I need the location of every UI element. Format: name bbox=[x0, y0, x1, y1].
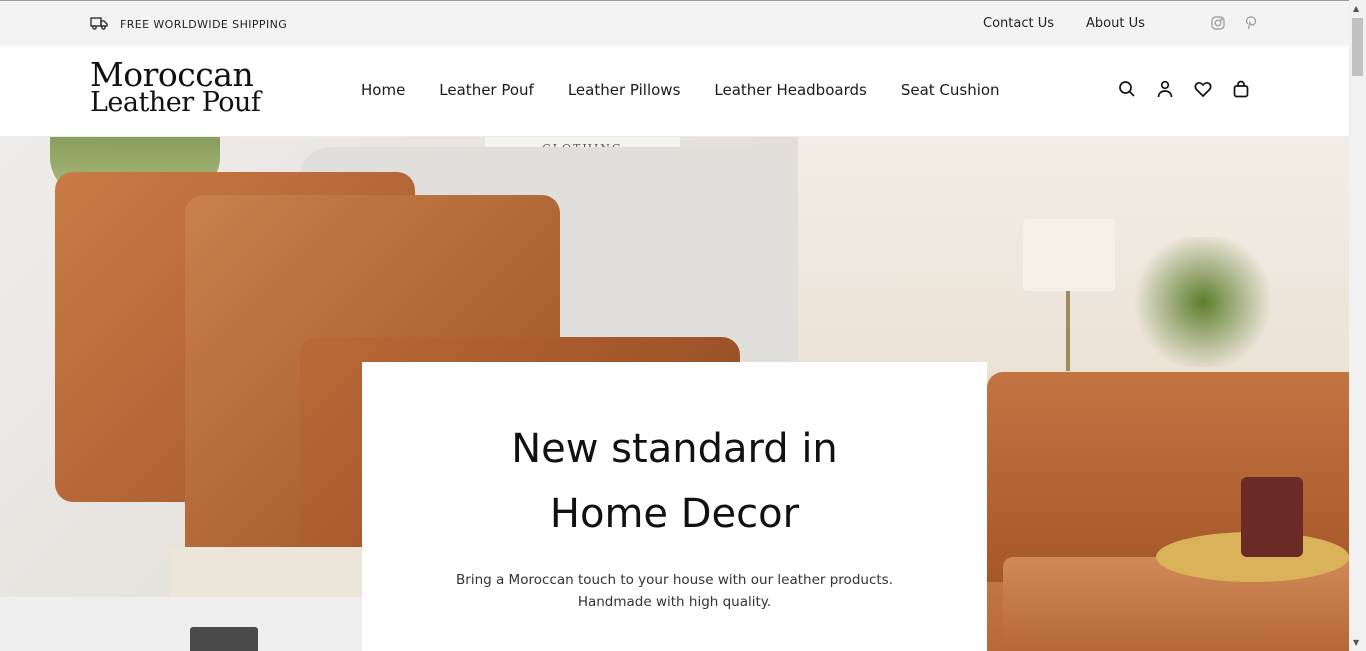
instagram-icon[interactable] bbox=[1211, 15, 1225, 34]
logo-line-2: Leather Pouf bbox=[90, 87, 261, 118]
hero-image-bottom bbox=[0, 597, 362, 651]
nav-item-seat-cushion[interactable]: Seat Cushion bbox=[901, 81, 1000, 99]
scroll-down-arrow-icon[interactable]: ▼ bbox=[1353, 638, 1359, 647]
nav-item-leather-pouf[interactable]: Leather Pouf bbox=[439, 81, 534, 99]
hero-title-line-1: New standard in bbox=[511, 426, 838, 472]
account-icon[interactable] bbox=[1156, 80, 1174, 98]
contact-us-link[interactable]: Contact Us bbox=[983, 16, 1054, 31]
nav-item-leather-headboards[interactable]: Leather Headboards bbox=[714, 81, 866, 99]
social-links bbox=[1211, 15, 1257, 34]
cart-icon[interactable] bbox=[1232, 80, 1250, 98]
nav-item-home[interactable]: Home bbox=[361, 81, 405, 99]
hero-subtitle-line-2: Handmade with high quality. bbox=[577, 594, 772, 610]
knit-throw bbox=[170, 547, 370, 597]
hero-text-card: New standard in Home Decor Bring a Moroc… bbox=[362, 362, 987, 651]
site-header: Moroccan Leather Pouf Home Leather Pouf … bbox=[0, 46, 1349, 137]
shipping-notice: FREE WORLDWIDE SHIPPING bbox=[90, 15, 287, 34]
announcement-bar: FREE WORLDWIDE SHIPPING Contact Us About… bbox=[0, 0, 1349, 46]
hero-subtitle-line-1: Bring a Moroccan touch to your house wit… bbox=[456, 572, 893, 588]
hero-subtitle: Bring a Moroccan touch to your house wit… bbox=[362, 569, 987, 613]
shipping-label: FREE WORLDWIDE SHIPPING bbox=[120, 18, 288, 31]
plant-top bbox=[1128, 237, 1278, 367]
main-nav: Home Leather Pouf Leather Pillows Leathe… bbox=[361, 81, 1000, 99]
hero-banner: CLOTHING New standard in Home Decor Brin… bbox=[0, 137, 1349, 651]
scroll-up-arrow-icon[interactable]: ▲ bbox=[1353, 4, 1359, 13]
dark-object bbox=[190, 627, 258, 651]
top-links: Contact Us About Us bbox=[983, 16, 1145, 31]
page-scrollbar[interactable]: ▲ ▼ bbox=[1349, 0, 1366, 651]
nav-item-leather-pillows[interactable]: Leather Pillows bbox=[568, 81, 681, 99]
lamp-stand bbox=[1066, 291, 1070, 371]
truck-icon bbox=[90, 15, 108, 34]
pinterest-icon[interactable] bbox=[1245, 15, 1257, 34]
lamp-shade bbox=[1023, 219, 1115, 291]
hero-title: New standard in Home Decor bbox=[362, 417, 987, 547]
scrollbar-thumb[interactable] bbox=[1352, 18, 1363, 76]
hero-title-line-2: Home Decor bbox=[549, 491, 800, 537]
about-us-link[interactable]: About Us bbox=[1086, 16, 1145, 31]
header-icons bbox=[1118, 80, 1250, 98]
search-icon[interactable] bbox=[1118, 80, 1136, 98]
wishlist-icon[interactable] bbox=[1194, 80, 1212, 98]
logo[interactable]: Moroccan Leather Pouf bbox=[90, 58, 261, 118]
vase bbox=[1241, 477, 1303, 557]
